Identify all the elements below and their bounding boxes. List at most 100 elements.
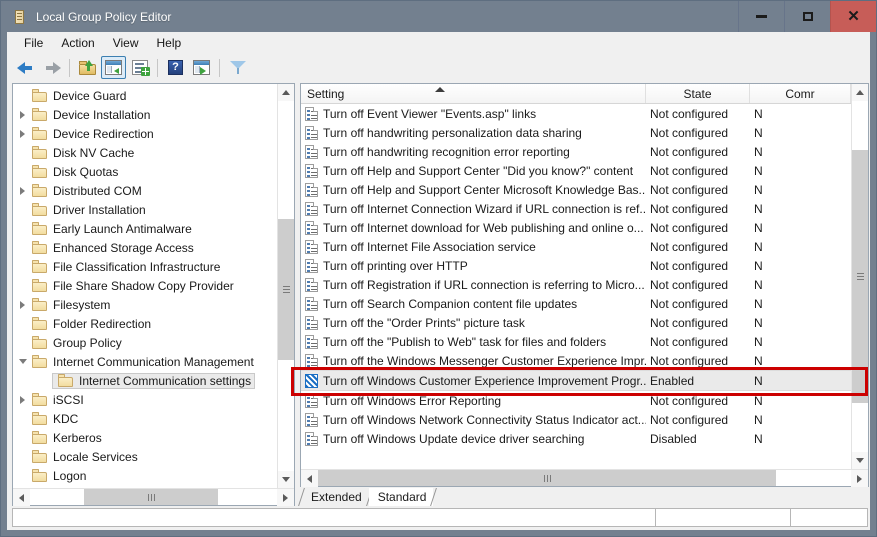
menu-item-file[interactable]: File <box>15 34 52 52</box>
tree-scroll-left-button[interactable] <box>13 489 30 506</box>
settings-list-row[interactable]: Turn off Search Companion content file u… <box>301 294 851 313</box>
tab-extended[interactable]: Extended <box>298 488 373 506</box>
cell-setting: Turn off the "Order Prints" picture task <box>301 315 646 330</box>
show-hide-action-pane-icon[interactable] <box>189 56 214 79</box>
settings-list-row[interactable]: Turn off Event Viewer "Events.asp" links… <box>301 104 851 123</box>
chevron-right-icon[interactable] <box>15 110 30 119</box>
settings-list-rows[interactable]: Turn off Event Viewer "Events.asp" links… <box>301 104 851 469</box>
tree-item-label: Disk NV Cache <box>53 145 135 160</box>
tree-item[interactable]: Early Launch Antimalware <box>13 219 277 238</box>
show-hide-console-tree-icon[interactable] <box>101 56 126 79</box>
chevron-right-icon[interactable] <box>15 186 30 195</box>
tree-item[interactable]: Disk Quotas <box>13 162 277 181</box>
filter-icon[interactable] <box>225 56 250 79</box>
folder-icon <box>32 279 48 292</box>
tree-item[interactable]: Driver Installation <box>13 200 277 219</box>
tree-hscroll-track[interactable] <box>30 489 277 505</box>
maximize-button[interactable] <box>784 1 830 32</box>
settings-list-row[interactable]: Turn off Internet Connection Wizard if U… <box>301 199 851 218</box>
list-scroll-up-button[interactable] <box>852 84 868 101</box>
tree-vertical-scrollbar[interactable] <box>277 84 294 488</box>
list-scroll-right-button[interactable] <box>851 470 868 487</box>
back-arrow-icon[interactable] <box>13 56 38 79</box>
chevron-right-icon[interactable] <box>15 300 30 309</box>
cell-setting: Turn off the Windows Messenger Customer … <box>301 353 646 368</box>
cell-comment: N <box>754 393 763 408</box>
up-one-level-icon[interactable] <box>75 56 100 79</box>
settings-list-row[interactable]: Turn off Help and Support Center "Did yo… <box>301 161 851 180</box>
tree-scroll-down-button[interactable] <box>278 471 294 488</box>
settings-list-column: Setting State Comr Turn off Event Viewer… <box>301 84 851 469</box>
settings-list-row[interactable]: Turn off Windows Update device driver se… <box>301 429 851 448</box>
column-header-setting[interactable]: Setting <box>301 84 646 103</box>
tree-scroll-right-button[interactable] <box>277 489 294 506</box>
list-hscroll-track[interactable] <box>318 470 851 486</box>
forward-arrow-icon[interactable] <box>39 56 64 79</box>
list-scroll-down-button[interactable] <box>852 452 868 469</box>
chevron-right-icon[interactable] <box>15 129 30 138</box>
tree-item[interactable]: File Classification Infrastructure <box>13 257 277 276</box>
tree-item[interactable]: Locale Services <box>13 447 277 466</box>
tree-item[interactable]: Group Policy <box>13 333 277 352</box>
settings-list-row[interactable]: Turn off Help and Support Center Microso… <box>301 180 851 199</box>
minimize-button[interactable] <box>738 1 784 32</box>
tree-scroll-thumb[interactable] <box>278 219 294 360</box>
tree-item[interactable]: Folder Redirection <box>13 314 277 333</box>
close-button[interactable]: ✕ <box>830 1 876 32</box>
column-header-comment[interactable]: Comr <box>750 84 851 103</box>
tree-scroll-up-button[interactable] <box>278 84 294 101</box>
tree-item[interactable]: KDC <box>13 409 277 428</box>
settings-list-row[interactable]: Turn off the "Publish to Web" task for f… <box>301 332 851 351</box>
folder-icon <box>32 336 48 349</box>
help-icon[interactable]: ? <box>163 56 188 79</box>
settings-list-row[interactable]: Turn off Windows Customer Experience Imp… <box>301 370 851 391</box>
tree-item[interactable]: Logon <box>13 466 277 485</box>
settings-list-row[interactable]: Turn off Internet File Association servi… <box>301 237 851 256</box>
cell-setting: Turn off handwriting personalization dat… <box>301 125 646 140</box>
list-hscroll-thumb[interactable] <box>318 470 777 486</box>
cell-state: Disabled <box>650 431 697 446</box>
console-tree-list[interactable]: Device Guard Device Installation Device Re… <box>13 84 277 488</box>
list-scroll-track[interactable] <box>852 101 868 452</box>
tree-item[interactable]: iSCSI <box>13 390 277 409</box>
tree-item[interactable]: Distributed COM <box>13 181 277 200</box>
tree-item[interactable]: Enhanced Storage Access <box>13 238 277 257</box>
tree-item[interactable]: Device Guard <box>13 86 277 105</box>
tree-item[interactable]: Disk NV Cache <box>13 143 277 162</box>
cell-state: Not configured <box>650 277 729 292</box>
folder-icon <box>32 298 48 311</box>
list-scroll-left-button[interactable] <box>301 470 318 487</box>
list-horizontal-scrollbar[interactable] <box>301 469 868 487</box>
tree-item[interactable]: Internet Communication Management <box>13 352 277 371</box>
settings-list-row[interactable]: Turn off Windows Network Connectivity St… <box>301 410 851 429</box>
tab-standard-label: Standard <box>377 490 427 504</box>
tree-horizontal-scrollbar[interactable] <box>13 488 294 506</box>
settings-list-row[interactable]: Turn off the "Order Prints" picture task… <box>301 313 851 332</box>
tree-item[interactable]: Device Redirection <box>13 124 277 143</box>
settings-list-row[interactable]: Turn off Internet download for Web publi… <box>301 218 851 237</box>
settings-list-row[interactable]: Turn off Windows Error Reporting Not conf… <box>301 391 851 410</box>
settings-list-row[interactable]: Turn off Registration if URL connection … <box>301 275 851 294</box>
tree-item[interactable]: Internet Communication settings <box>13 371 277 390</box>
tree-hscroll-thumb[interactable] <box>84 489 218 505</box>
settings-list-row[interactable]: Turn off handwriting recognition error r… <box>301 142 851 161</box>
tree-item[interactable]: Filesystem <box>13 295 277 314</box>
tree-item[interactable]: Kerberos <box>13 428 277 447</box>
column-header-state[interactable]: State <box>646 84 750 103</box>
menu-item-view[interactable]: View <box>104 34 148 52</box>
menu-item-help[interactable]: Help <box>148 34 191 52</box>
tree-item[interactable]: File Share Shadow Copy Provider <box>13 276 277 295</box>
properties-icon[interactable] <box>127 56 152 79</box>
settings-list-row[interactable]: Turn off the Windows Messenger Customer … <box>301 351 851 370</box>
chevron-down-icon[interactable] <box>15 359 30 364</box>
menu-item-action[interactable]: Action <box>52 34 103 52</box>
tree-item[interactable]: Device Installation <box>13 105 277 124</box>
tab-standard[interactable]: Standard <box>368 488 438 506</box>
cell-state: Not configured <box>650 412 729 427</box>
tree-scroll-track[interactable] <box>278 101 294 471</box>
list-vertical-scrollbar[interactable] <box>851 84 868 469</box>
list-scroll-thumb[interactable] <box>852 150 868 403</box>
settings-list-row[interactable]: Turn off handwriting personalization dat… <box>301 123 851 142</box>
chevron-right-icon[interactable] <box>15 395 30 404</box>
settings-list-row[interactable]: Turn off printing over HTTP Not configure… <box>301 256 851 275</box>
